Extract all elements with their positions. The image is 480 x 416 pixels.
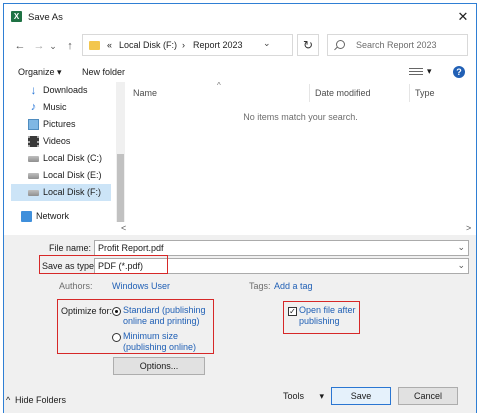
sidebar-item-local-disk-c[interactable]: Local Disk (C:) [11,150,111,167]
tags-label: Tags: [249,281,271,291]
refresh-icon[interactable]: ↻ [297,34,319,56]
drive-icon [28,156,39,162]
toolbar: Organize ▾ New folder ▾ ? [4,62,476,82]
download-icon: ↓ [30,83,37,97]
dialog-title: Save As [28,12,63,23]
recent-locations-icon[interactable]: ⌄ [48,38,58,54]
file-name-field[interactable]: Profit Report.pdf ⌄ [94,240,469,256]
sidebar-item-downloads[interactable]: ↓ Downloads [11,82,111,99]
scroll-left-icon[interactable]: < [121,223,126,233]
sidebar-item-network[interactable]: Network [11,208,111,225]
up-folder-icon[interactable]: ↑ [62,38,78,54]
forward-icon[interactable]: → [31,38,47,54]
network-icon [21,211,32,222]
sidebar-item-label: Downloads [43,85,88,95]
drive-icon [28,190,39,196]
column-divider[interactable] [309,84,310,102]
column-header-type[interactable]: Type [415,88,435,98]
optimize-for-label: Optimize for: [61,306,113,316]
tools-label: Tools [283,391,305,401]
view-dropdown-icon[interactable]: ▾ [427,66,432,77]
sidebar-item-label: Local Disk (F:) [43,187,102,197]
hide-folders-caret-icon[interactable]: ^ [6,395,10,405]
empty-message: No items match your search. [243,112,358,122]
save-as-dialog: X Save As ✕ ← → ⌄ ↑ « Local Disk (F:) › … [3,3,477,413]
column-header-name[interactable]: Name [133,88,157,98]
save-button[interactable]: Save [331,387,391,405]
new-folder-button[interactable]: New folder [82,67,125,77]
column-divider[interactable] [409,84,410,102]
tools-dropdown-icon: ▾ [319,391,324,401]
sidebar-item-pictures[interactable]: Pictures [11,116,111,133]
sidebar-scroll-thumb[interactable] [117,154,124,222]
optimize-minimum-line2[interactable]: (publishing online) [123,342,196,353]
breadcrumb-local-disk-f[interactable]: Local Disk (F:) [119,40,177,50]
navigation-pane: ↓ Downloads ♪ Music Pictures Videos Loca… [11,82,125,235]
add-tag-link[interactable]: Add a tag [274,281,313,291]
search-placeholder: Search Report 2023 [356,40,437,50]
highlight-box-save-type [39,255,168,274]
help-icon[interactable]: ? [453,66,465,78]
optimize-standard-line2[interactable]: online and printing) [123,316,200,327]
sidebar-item-label: Network [36,211,70,221]
music-icon: ♪ [30,101,37,113]
optimize-minimum-radio[interactable] [112,333,121,342]
drive-icon [28,173,39,179]
file-name-dropdown-icon[interactable]: ⌄ [457,242,465,253]
file-list[interactable]: ^ Name Date modified Type No items match… [121,81,476,235]
back-icon[interactable]: ← [12,38,28,54]
sidebar-item-label: Local Disk (E:) [43,170,102,180]
title-bar: X Save As ✕ [4,4,476,30]
sidebar-item-label: Local Disk (C:) [43,153,103,163]
sidebar-item-label: Videos [43,136,71,146]
videos-icon [28,136,39,147]
optimize-standard-line1[interactable]: Standard (publishing [123,305,206,316]
sidebar-item-label: Music [43,102,67,112]
file-name-label: File name: [49,243,92,253]
sidebar-item-local-disk-f[interactable]: Local Disk (F:) [11,184,111,201]
breadcrumb-overflow[interactable]: « [107,40,112,50]
search-icon [336,40,345,49]
sort-ascending-icon: ^ [217,81,221,90]
authors-label: Authors: [59,281,93,291]
sidebar-item-videos[interactable]: Videos [11,133,111,150]
hide-folders-button[interactable]: Hide Folders [15,395,66,405]
horizontal-scrollbar[interactable]: < > [121,223,476,233]
excel-logo-icon: X [11,11,22,22]
tools-button[interactable]: Tools ▾ [274,387,331,405]
open-after-line1[interactable]: Open file after [299,305,356,316]
view-options-icon[interactable] [409,68,423,77]
scroll-right-icon[interactable]: > [466,223,471,233]
save-as-type-dropdown-icon[interactable]: ⌄ [457,260,465,271]
sidebar-item-label: Pictures [43,119,76,129]
file-name-value: Profit Report.pdf [98,243,164,253]
options-button[interactable]: Options... [113,357,205,375]
address-dropdown-icon[interactable]: ⌄ [263,38,271,49]
organize-button[interactable]: Organize ▾ [18,67,62,78]
optimize-minimum-line1[interactable]: Minimum size [123,331,178,342]
close-icon[interactable]: ✕ [456,10,470,24]
pictures-icon [28,119,39,130]
folder-icon [89,41,100,50]
open-after-publishing-checkbox[interactable]: ✓ [288,307,297,316]
optimize-standard-radio[interactable] [112,307,121,316]
address-bar[interactable]: « Local Disk (F:) › Report 2023 [82,34,293,56]
search-box[interactable]: Search Report 2023 [327,34,468,56]
breadcrumb-report-2023[interactable]: Report 2023 [193,40,243,50]
authors-value[interactable]: Windows User [112,281,170,291]
column-header-date-modified[interactable]: Date modified [315,88,371,98]
open-after-line2[interactable]: publishing [299,316,340,327]
sidebar-item-music[interactable]: ♪ Music [11,99,111,116]
sidebar-item-local-disk-e[interactable]: Local Disk (E:) [11,167,111,184]
cancel-button[interactable]: Cancel [398,387,458,405]
breadcrumb-separator: › [182,40,185,50]
